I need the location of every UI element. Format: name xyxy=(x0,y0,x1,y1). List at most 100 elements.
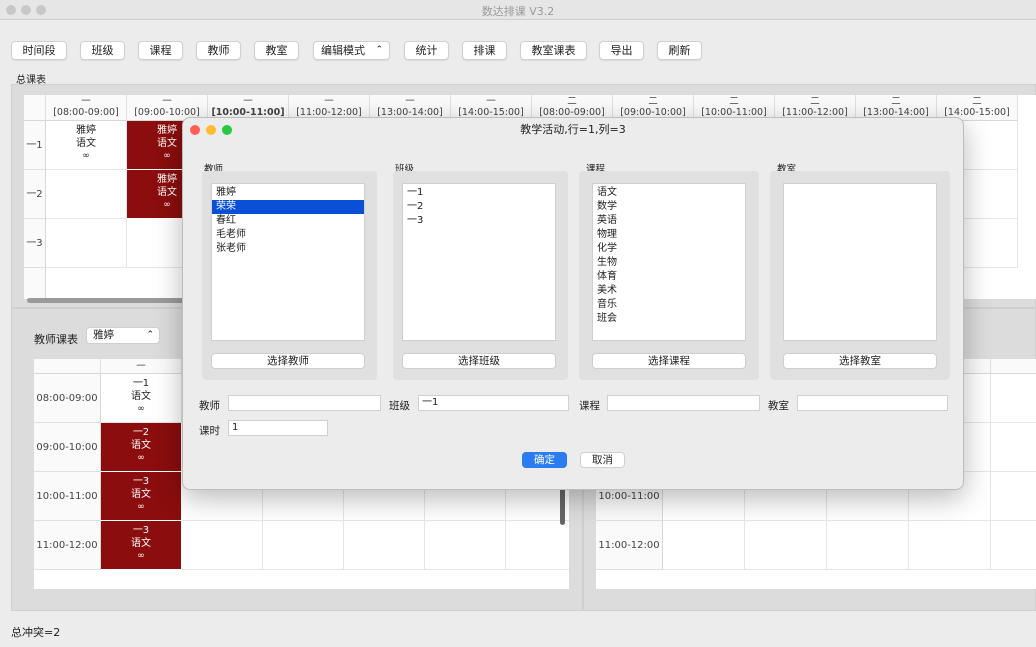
chevron-updown-icon: ⌃ xyxy=(146,330,154,340)
list-item[interactable]: 音乐 xyxy=(593,298,745,312)
hours-field[interactable]: 1 xyxy=(228,420,328,436)
column-day: 一 xyxy=(324,96,334,107)
list-item[interactable]: 体育 xyxy=(593,270,745,284)
cell-line2: 语文 xyxy=(131,538,151,549)
column-day: 一 xyxy=(162,96,172,107)
room-field[interactable] xyxy=(797,395,948,411)
activity-cell[interactable]: 一3 语文 ∞ xyxy=(101,521,182,570)
schedule-cell[interactable] xyxy=(909,521,991,570)
activity-cell[interactable]: 雅婷 语文 ∞ xyxy=(46,121,127,170)
teaching-activity-dialog: 教学活动,行=1,列=3 教师 雅婷 荣荣 春红 毛老师 张老师 选择教师 班级 一1 一… xyxy=(182,117,964,490)
column-day: 二 xyxy=(891,96,901,107)
link-icon: ∞ xyxy=(137,404,145,414)
class-list[interactable]: 一1 一2 一3 xyxy=(402,183,556,341)
chevron-updown-icon: ⌃ xyxy=(375,45,383,55)
select-class-button[interactable]: 选择班级 xyxy=(402,353,556,369)
edit-mode-select[interactable]: 编辑模式 ⌃ xyxy=(313,41,390,60)
edit-mode-label: 编辑模式 xyxy=(321,44,365,57)
list-item[interactable]: 生物 xyxy=(593,256,745,270)
course-section: 语文 数学 英语 物理 化学 生物 体育 美术 音乐 班会 选择课程 xyxy=(579,171,759,380)
schedule-cell[interactable] xyxy=(263,521,344,570)
cell-line2: 语文 xyxy=(131,489,151,500)
column-day: 二 xyxy=(567,96,577,107)
select-course-button[interactable]: 选择课程 xyxy=(592,353,746,369)
room-schedule-button[interactable]: 教室课表 xyxy=(520,41,587,60)
refresh-button[interactable]: 刷新 xyxy=(657,41,702,60)
list-item[interactable]: 春红 xyxy=(212,214,364,228)
cell-line2: 语文 xyxy=(131,440,151,451)
horizontal-scrollbar[interactable] xyxy=(27,298,197,303)
schedule-cell[interactable] xyxy=(991,472,1036,521)
cancel-button[interactable]: 取消 xyxy=(580,452,625,468)
teacher-field[interactable] xyxy=(228,395,381,411)
list-item[interactable]: 美术 xyxy=(593,284,745,298)
time-row-header: 08:00-09:00 xyxy=(34,374,101,423)
teacher-select[interactable]: 雅婷 ⌃ xyxy=(86,327,160,344)
ok-button[interactable]: 确定 xyxy=(522,452,567,468)
room-button[interactable]: 教室 xyxy=(254,41,299,60)
teacher-button[interactable]: 教师 xyxy=(196,41,241,60)
time-row-header: 11:00-12:00 xyxy=(34,521,101,570)
list-item[interactable]: 语文 xyxy=(593,186,745,200)
class-button[interactable]: 班级 xyxy=(80,41,125,60)
status-text: 总冲突=2 xyxy=(11,626,61,639)
column-header[interactable]: 一 xyxy=(101,359,182,374)
column-header[interactable]: 一 [08:00-09:00] xyxy=(46,95,127,121)
schedule-cell[interactable] xyxy=(425,521,506,570)
list-item[interactable]: 班会 xyxy=(593,312,745,326)
class-field-label: 班级 xyxy=(389,400,410,412)
select-teacher-button[interactable]: 选择教师 xyxy=(211,353,365,369)
stats-button[interactable]: 统计 xyxy=(404,41,449,60)
row-header[interactable]: 一1 xyxy=(24,121,46,170)
list-item[interactable]: 一3 xyxy=(403,214,555,228)
room-list[interactable] xyxy=(783,183,937,341)
activity-cell[interactable]: 一1 语文 ∞ xyxy=(101,374,182,423)
class-field[interactable]: 一1 xyxy=(418,395,569,411)
course-button[interactable]: 课程 xyxy=(138,41,183,60)
column-header[interactable]: 五 xyxy=(991,359,1036,374)
column-day: 一 xyxy=(81,96,91,107)
list-item[interactable]: 张老师 xyxy=(212,242,364,256)
time-row-header: 09:00-10:00 xyxy=(34,423,101,472)
list-item[interactable]: 数学 xyxy=(593,200,745,214)
teacher-schedule-label: 教师课表 xyxy=(34,333,78,346)
schedule-cell[interactable] xyxy=(506,521,569,570)
activity-cell[interactable]: 一2 语文 ∞ xyxy=(101,423,182,472)
schedule-cell[interactable] xyxy=(745,521,827,570)
schedule-cell[interactable] xyxy=(991,521,1036,570)
link-icon: ∞ xyxy=(137,502,145,512)
schedule-cell[interactable] xyxy=(46,170,127,219)
teacher-list[interactable]: 雅婷 荣荣 春红 毛老师 张老师 xyxy=(211,183,365,341)
list-item[interactable]: 一2 xyxy=(403,200,555,214)
export-button[interactable]: 导出 xyxy=(599,41,644,60)
column-day: 一 xyxy=(486,96,496,107)
time-slot-button[interactable]: 时间段 xyxy=(11,41,67,60)
list-item[interactable]: 物理 xyxy=(593,228,745,242)
cell-line1: 一1 xyxy=(132,378,150,389)
schedule-cell[interactable] xyxy=(991,423,1036,472)
row-header[interactable]: 一3 xyxy=(24,219,46,268)
cell-line2: 语文 xyxy=(131,391,151,402)
list-item[interactable]: 毛老师 xyxy=(212,228,364,242)
schedule-cell[interactable] xyxy=(182,521,263,570)
row-header[interactable]: 一2 xyxy=(24,170,46,219)
vertical-scrollbar[interactable] xyxy=(560,487,565,525)
activity-cell[interactable]: 一3 语文 ∞ xyxy=(101,472,182,521)
list-item[interactable]: 化学 xyxy=(593,242,745,256)
row-header xyxy=(24,268,46,299)
column-day: 二 xyxy=(972,96,982,107)
list-item[interactable]: 一1 xyxy=(403,186,555,200)
schedule-cell[interactable] xyxy=(827,521,909,570)
course-list[interactable]: 语文 数学 英语 物理 化学 生物 体育 美术 音乐 班会 xyxy=(592,183,746,341)
dialog-title: 教学活动,行=1,列=3 xyxy=(520,123,626,136)
schedule-cell[interactable] xyxy=(663,521,745,570)
course-field[interactable] xyxy=(607,395,760,411)
list-item[interactable]: 荣荣 xyxy=(212,200,364,214)
list-item[interactable]: 雅婷 xyxy=(212,186,364,200)
schedule-cell[interactable] xyxy=(991,374,1036,423)
list-item[interactable]: 英语 xyxy=(593,214,745,228)
select-room-button[interactable]: 选择教室 xyxy=(783,353,937,369)
schedule-cell[interactable] xyxy=(46,219,127,268)
schedule-cell[interactable] xyxy=(344,521,425,570)
schedule-button[interactable]: 排课 xyxy=(462,41,507,60)
